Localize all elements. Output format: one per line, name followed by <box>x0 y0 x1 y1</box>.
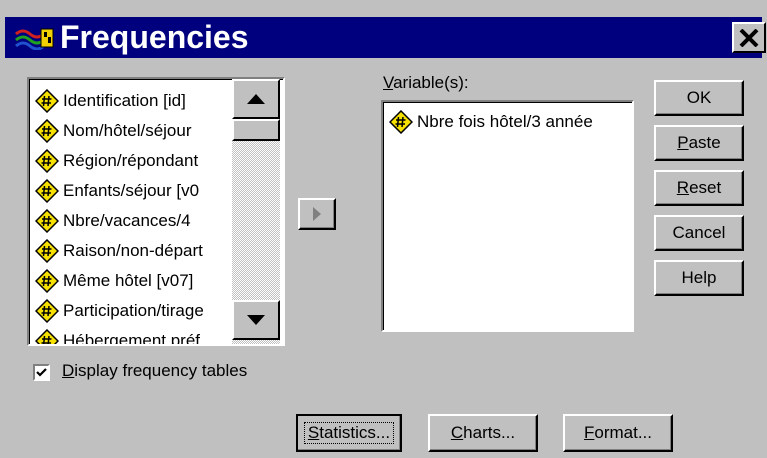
statistics-focus: Statistics... <box>303 422 395 444</box>
list-item[interactable]: Identification [id] <box>35 86 235 116</box>
paste-button[interactable]: Paste <box>654 125 744 161</box>
list-item-label: Participation/tirage <box>63 301 204 320</box>
arrow-right-icon <box>313 207 321 221</box>
list-item[interactable]: Enfants/séjour [v0 <box>35 176 235 206</box>
ok-button[interactable]: OK <box>654 80 744 116</box>
list-item-label: Hébergement préf <box>63 331 201 346</box>
display-mnemonic: D <box>62 361 75 380</box>
list-item[interactable]: Participation/tirage <box>35 296 235 326</box>
title-bar[interactable]: Frequencies <box>5 17 766 58</box>
list-item[interactable]: Nbre fois hôtel/3 année <box>389 107 629 137</box>
list-item[interactable]: Raison/non-départ <box>35 236 235 266</box>
close-icon <box>739 28 759 47</box>
list-item[interactable]: Même hôtel [v07] <box>35 266 235 296</box>
help-label: Help <box>681 268 717 287</box>
arrow-up-icon <box>247 94 265 104</box>
display-frequency-tables-checkbox[interactable] <box>33 364 50 381</box>
numeric-variable-icon <box>35 329 59 344</box>
list-item[interactable]: Nbre/vacances/4 <box>35 206 235 236</box>
close-button[interactable] <box>732 22 766 53</box>
list-item-label: Même hôtel [v07] <box>63 271 194 290</box>
cancel-label: Cancel <box>672 223 726 242</box>
checkmark-icon <box>36 368 47 377</box>
list-item[interactable]: Hébergement préf <box>35 326 235 346</box>
variables-label: Variable(s): <box>383 73 469 93</box>
statistics-mnemonic: S <box>307 423 320 442</box>
format-mnemonic: F <box>583 423 595 442</box>
scroll-thumb[interactable] <box>232 119 280 141</box>
list-item[interactable]: Région/répondant <box>35 146 235 176</box>
variables-label-mnemonic: V <box>383 73 394 92</box>
format-button[interactable]: Format... <box>563 414 673 452</box>
numeric-variable-icon <box>35 209 59 233</box>
spss-app-icon <box>15 28 54 50</box>
list-item-label: Nom/hôtel/séjour <box>63 121 192 140</box>
list-item-label: Enfants/séjour [v0 <box>63 181 200 200</box>
scroll-up-button[interactable] <box>232 79 280 119</box>
frequencies-dialog: Frequencies Identification [id] Nom/hôtel… <box>0 0 767 458</box>
format-label: ormat... <box>594 423 652 442</box>
list-scrollbar[interactable] <box>232 79 280 344</box>
reset-mnemonic: R <box>676 178 690 197</box>
reset-label: eset <box>689 178 722 197</box>
numeric-variable-icon <box>35 119 59 143</box>
numeric-variable-icon <box>35 269 59 293</box>
paste-label: aste <box>688 133 721 152</box>
numeric-variable-icon <box>35 179 59 203</box>
move-variable-button[interactable] <box>298 198 336 230</box>
list-item-label: Région/répondant <box>63 151 199 170</box>
paste-mnemonic: P <box>677 133 689 152</box>
numeric-variable-icon <box>35 299 59 323</box>
list-item-label: Raison/non-départ <box>63 241 203 260</box>
selected-variables-list[interactable]: Nbre fois hôtel/3 année <box>381 100 634 332</box>
statistics-label: tatistics... <box>319 423 391 442</box>
dialog-title: Frequencies <box>60 19 249 55</box>
cancel-button[interactable]: Cancel <box>654 215 744 251</box>
display-frequency-tables-label[interactable]: Display frequency tables <box>62 361 247 381</box>
list-item-label: Nbre/vacances/4 <box>63 211 191 230</box>
reset-button[interactable]: Reset <box>654 170 744 206</box>
numeric-variable-icon <box>35 239 59 263</box>
display-label-text: isplay frequency tables <box>74 361 248 380</box>
charts-label: harts... <box>463 423 516 442</box>
list-item-label: Nbre fois hôtel/3 année <box>417 112 593 131</box>
charts-mnemonic: C <box>450 423 464 442</box>
list-item[interactable]: Nom/hôtel/séjour <box>35 116 235 146</box>
scroll-down-button[interactable] <box>232 300 280 340</box>
charts-button[interactable]: Charts... <box>428 414 538 452</box>
numeric-variable-icon <box>35 149 59 173</box>
statistics-button[interactable]: Statistics... <box>296 414 402 452</box>
list-item-label: Identification [id] <box>63 91 186 110</box>
numeric-variable-icon <box>35 89 59 113</box>
variables-label-text: ariable(s): <box>393 73 469 92</box>
arrow-down-icon <box>247 315 265 325</box>
source-variable-list[interactable]: Identification [id] Nom/hôtel/séjour Régio… <box>27 77 285 346</box>
source-items: Identification [id] Nom/hôtel/séjour Régio… <box>35 86 235 346</box>
numeric-variable-icon <box>389 110 413 134</box>
ok-label: OK <box>686 88 712 107</box>
help-button[interactable]: Help <box>654 260 744 296</box>
